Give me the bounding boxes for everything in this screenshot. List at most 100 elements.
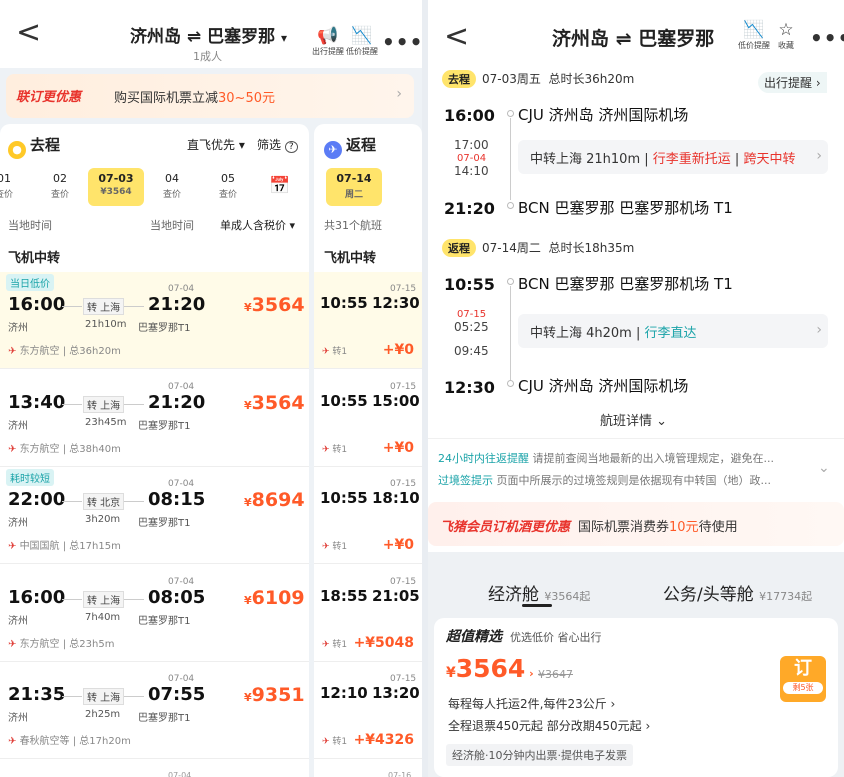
layover-arr-time: 17:00: [454, 138, 489, 152]
price-chart-icon: 📉: [743, 20, 765, 40]
airline-name: 中国国航: [19, 541, 60, 552]
return-next-row-date: 07-16: [388, 771, 412, 777]
departure-city: 济州: [8, 615, 28, 627]
return-arrival-time: 15:00: [372, 391, 420, 410]
sort-dropdown[interactable]: 直飞优先 ▾: [187, 136, 245, 153]
itinerary-detail-screen: < 济州岛 ⇌ 巴塞罗那 📉低价提醒 ☆收藏 ••• 去程 07-03周五 总时长…: [428, 0, 844, 777]
flight-details-toggle[interactable]: 航班详情 ⌄: [600, 410, 667, 429]
promo-prefix: 购买国际机票立减: [114, 91, 219, 106]
round-trip-notice[interactable]: 24小时内往返提醒 请提前查阅当地最新的出入境管理规定，避免在...: [438, 450, 826, 466]
return-weekday: 周二: [344, 190, 363, 200]
arrival-time: 21:20: [148, 294, 206, 315]
transfer-text: 中转上海 21h10m: [530, 152, 641, 167]
baggage-policy[interactable]: 每程每人托运2件,每件23公斤 ›: [448, 695, 615, 712]
return-flight-row[interactable]: 07-15 10:55 15:00 ✈ 转1 +¥0: [314, 369, 422, 467]
return-date-selected[interactable]: 07-14 周二: [326, 168, 382, 206]
flight-row[interactable]: 07-04 16:00 08:05 转 上海 7h40m 济州 巴塞罗那T1 ¥6109 ✈ 东…: [0, 564, 309, 662]
route-line: [124, 598, 144, 600]
flight-row[interactable]: 当日低价 07-04 16:00 21:20 转 上海 21h10m 济州 巴塞罗那T1 ¥35…: [0, 272, 309, 369]
return-flight-row[interactable]: 07-15 18:55 21:05 ✈ 转1 +¥5048: [314, 564, 422, 662]
date-option[interactable]: 04 查价: [144, 168, 200, 206]
back-icon[interactable]: <: [16, 18, 41, 48]
date-option[interactable]: 05 查价: [200, 168, 256, 206]
member-coupon-banner[interactable]: 飞猪会员订机酒更优惠 国际机票消费券10元待使用: [428, 502, 844, 546]
airline-info: ✈ 东方航空 | 总23h5m: [8, 638, 115, 650]
airline-logo-icon: ✈: [8, 443, 20, 455]
more-icon[interactable]: •••: [382, 30, 422, 54]
baggage-recheck-warning: 行李重新托运: [652, 152, 731, 167]
travel-alert-button[interactable]: 出行提醒 ›: [758, 72, 827, 93]
departure-city: 济州: [8, 323, 28, 334]
return-flight-row[interactable]: 07-15 10:55 12:30 ✈ 转1 +¥0: [314, 272, 422, 369]
return-flight-count: 共31个航班: [324, 219, 382, 232]
low-price-alert-button[interactable]: 📉 低价提醒: [738, 20, 770, 51]
ret-arr-station: CJU 济州岛 济州国际机场: [518, 377, 689, 395]
outbound-date: 07-03周五: [482, 72, 541, 86]
promo-amount: 30~50元: [218, 91, 275, 106]
favorite-button[interactable]: ☆ 收藏: [778, 20, 794, 51]
filter-button[interactable]: 筛选 ?: [257, 136, 298, 153]
transfer-info[interactable]: 中转上海 21h10m | 行李重新托运 | 跨天中转 ›: [518, 140, 828, 174]
departure-time: 13:40: [8, 391, 66, 413]
transit-visa-notice[interactable]: 过境签提示 页面中所展示的过境签规则是依据现有中转国（地）政...: [438, 472, 826, 488]
travel-alert-button[interactable]: 📢 出行提醒: [312, 26, 344, 57]
return-flight-row[interactable]: 07-15 12:10 13:20 ✈ 转1 +¥4326: [314, 662, 422, 759]
low-price-alert-button[interactable]: 📉 低价提醒: [346, 26, 378, 57]
arrival-time: 07:55: [148, 684, 206, 705]
price-sort-dropdown[interactable]: 单成人含税价 ▾: [220, 217, 295, 233]
return-leg-header: 返程 07-14周二 总时长18h35m: [442, 239, 634, 257]
return-arrival-date: 07-15: [390, 381, 417, 392]
timeline-dot: [507, 380, 514, 387]
transfer-label: 转1: [332, 639, 348, 650]
passenger-count[interactable]: 1成人: [193, 48, 222, 64]
flight-details-label: 航班详情: [600, 414, 653, 429]
date-day: 07-03: [98, 172, 134, 185]
ret-dep-time: 10:55: [444, 275, 495, 294]
date-option[interactable]: 02 查价: [32, 168, 88, 206]
flight-row[interactable]: 07-04 13:40 21:20 转 上海 23h45m 济州 巴塞罗那T1 ¥3564 ✈ …: [0, 369, 309, 467]
price-difference: +¥0: [382, 439, 414, 456]
refund-policy[interactable]: 全程退票450元起 部分改期450元起 ›: [448, 717, 650, 734]
chevron-right-icon: ›: [816, 148, 822, 164]
more-icon[interactable]: •••: [810, 26, 844, 50]
chevron-down-icon: ▾: [281, 31, 288, 45]
transfer-label: 转1: [332, 737, 348, 747]
destination-city: 巴塞罗那: [207, 27, 276, 47]
return-flight-row[interactable]: 07-15 10:55 18:10 ✈ 转1 +¥0: [314, 467, 422, 564]
total-duration: 总36h20m: [69, 346, 121, 357]
date-price: ¥3564: [100, 187, 132, 197]
original-price: ¥3647: [538, 668, 573, 681]
flight-row[interactable]: 耗时较短 07-04 22:00 08:15 转 北京 3h20m 济州 巴塞罗那T1 ¥869…: [0, 467, 309, 564]
return-arrival-time: 21:05: [372, 586, 420, 605]
fare-offer-card[interactable]: 超值精选 优选低价 省心出行 ¥3564 › ¥3647 每程每人托运2件,每件…: [434, 618, 838, 777]
route-line: [124, 696, 144, 697]
megaphone-icon: 📢: [317, 26, 339, 46]
bundle-promo-banner[interactable]: 联订更优惠 购买国际机票立减30~50元 ›: [6, 74, 414, 118]
offer-price-value: 3564: [455, 654, 526, 683]
route-line: [62, 403, 82, 405]
outbound-icon: ●: [8, 141, 26, 159]
route-title[interactable]: 济州岛 ⇌ 巴塞罗那 ▾: [130, 22, 287, 47]
airline-logo-icon: ✈: [322, 542, 333, 552]
transfer-label: 转1: [332, 444, 348, 455]
chevron-down-icon[interactable]: ⌄: [818, 460, 830, 476]
return-section-title: 飞机中转: [324, 251, 377, 266]
airline-name: 东方航空: [19, 638, 60, 650]
book-button[interactable]: 订剩5张: [780, 656, 826, 702]
back-icon[interactable]: <: [444, 22, 469, 52]
vip-tag: 飞猪会员订机酒更优惠: [440, 520, 571, 535]
airline-logo-icon: ✈: [8, 638, 20, 650]
return-date: 07-14周二: [482, 241, 541, 255]
arrival-date: 07-04: [168, 576, 195, 587]
price-difference: +¥5048: [353, 634, 414, 651]
filter-label: 筛选: [257, 138, 282, 152]
calendar-icon[interactable]: 📅: [269, 176, 305, 200]
flight-row[interactable]: 07-04 21:35 07:55 转 上海 2h25m 济州 巴塞罗那T1 ¥9351 ✈ 春…: [0, 662, 309, 759]
tab-business-first[interactable]: 公务/头等舱 ¥17734起: [663, 580, 812, 605]
return-tag: 返程: [442, 239, 476, 257]
ret-transfer-info[interactable]: 中转上海 4h20m | 行李直达 ›: [518, 314, 828, 348]
date-option[interactable]: 07-03 ¥3564: [88, 168, 144, 206]
tab-economy[interactable]: 经济舱 ¥3564起: [488, 580, 590, 605]
outbound-duration: 总时长36h20m: [548, 72, 635, 86]
date-option[interactable]: 01 查价: [0, 168, 32, 206]
